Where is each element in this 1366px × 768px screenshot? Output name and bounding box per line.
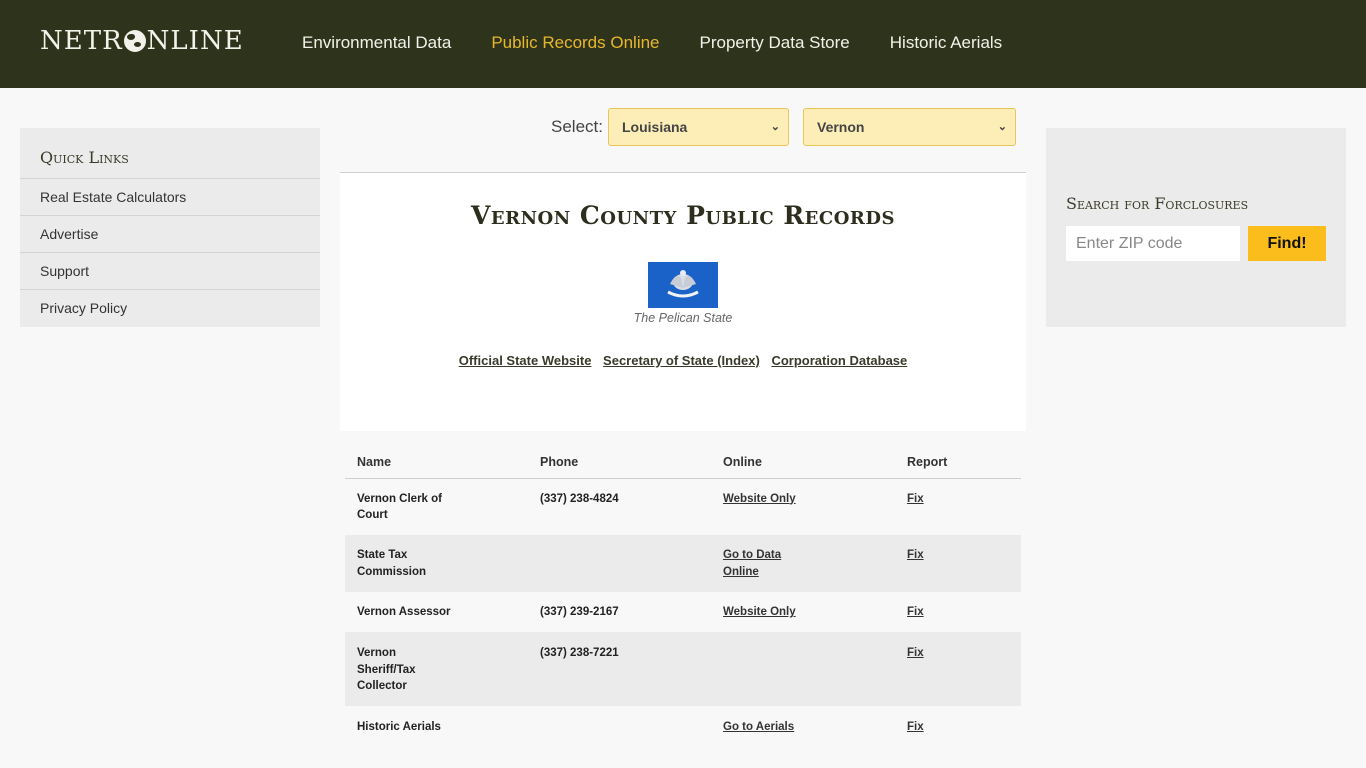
zip-code-input[interactable] [1066, 226, 1240, 261]
online-link[interactable]: Website Only [723, 491, 803, 508]
cell-name: Vernon Sheriff/Tax Collector [357, 647, 416, 692]
records-table: Name Phone Online Report Vernon Clerk of… [345, 440, 1021, 746]
cell-phone [528, 706, 711, 746]
fix-link[interactable]: Fix [907, 493, 924, 505]
nav-environmental-data[interactable]: Environmental Data [302, 33, 451, 53]
site-header: NETR NLINE Environmental Data Public Reco… [0, 0, 1366, 88]
table-row: Vernon Assessor (337) 239-2167 Website O… [345, 592, 1021, 632]
logo-text-left: NETR [40, 26, 123, 56]
page-title: Vernon County Public Records [471, 201, 895, 230]
cell-online: Go to Aerials [711, 706, 895, 746]
chevron-down-icon: ⌄ [997, 121, 1007, 133]
county-info-box: Vernon County Public Records The Pelican… [340, 172, 1026, 431]
main-nav: Environmental Data Public Records Online… [302, 33, 1042, 53]
header-phone: Phone [528, 440, 711, 479]
cell-online: Website Only [711, 478, 895, 535]
cell-report: Fix [895, 632, 1021, 706]
cell-report: Fix [895, 478, 1021, 535]
nav-historic-aerials[interactable]: Historic Aerials [890, 33, 1002, 53]
foreclosure-title: Search for Forclosures [1066, 194, 1249, 213]
quick-links-panel: Quick Links Real Estate Calculators Adve… [20, 128, 320, 327]
table-row: Vernon Sheriff/Tax Collector (337) 238-7… [345, 632, 1021, 706]
table-row: Historic Aerials Go to Aerials Fix [345, 706, 1021, 746]
quick-links-title: Quick Links [20, 128, 320, 179]
online-link[interactable]: Website Only [723, 604, 803, 621]
state-links: Official State Website Secretary of Stat… [340, 353, 1026, 368]
online-link[interactable]: Go to Aerials [723, 719, 803, 736]
table-row: State Tax Commission Go to Data Online F… [345, 535, 1021, 592]
fix-link[interactable]: Fix [907, 721, 924, 733]
foreclosure-search-panel: Search for Forclosures Find! [1046, 128, 1346, 327]
fix-link[interactable]: Fix [907, 647, 924, 659]
cell-report: Fix [895, 535, 1021, 592]
quick-link-real-estate-calculators[interactable]: Real Estate Calculators [20, 179, 320, 216]
cell-report: Fix [895, 706, 1021, 746]
louisiana-flag-icon [648, 262, 718, 308]
county-select[interactable]: Vernon ⌄ [803, 108, 1016, 146]
state-motto: The Pelican State [633, 311, 733, 325]
cell-report: Fix [895, 592, 1021, 632]
cell-online: Website Only [711, 592, 895, 632]
secretary-of-state-link[interactable]: Secretary of State (Index) [603, 353, 760, 368]
cell-name: Vernon Clerk of Court [357, 492, 442, 522]
header-online: Online [711, 440, 895, 479]
quick-link-advertise[interactable]: Advertise [20, 216, 320, 253]
nav-public-records-online[interactable]: Public Records Online [491, 33, 659, 53]
county-select-value: Vernon [817, 119, 865, 135]
nav-property-data-store[interactable]: Property Data Store [700, 33, 850, 53]
official-state-website-link[interactable]: Official State Website [459, 353, 592, 368]
cell-phone: (337) 238-7221 [540, 647, 619, 659]
state-select[interactable]: Louisiana ⌄ [608, 108, 789, 146]
globe-icon [123, 30, 146, 52]
find-button[interactable]: Find! [1248, 226, 1326, 261]
cell-phone: (337) 238-4824 [540, 492, 619, 505]
netronline-logo[interactable]: NETR NLINE [40, 26, 244, 56]
cell-name: State Tax Commission [357, 549, 427, 578]
table-row: Vernon Clerk of Court (337) 238-4824 Web… [345, 478, 1021, 535]
header-name: Name [345, 440, 528, 479]
fix-link[interactable]: Fix [907, 606, 924, 618]
cell-online [711, 632, 895, 706]
state-select-value: Louisiana [622, 119, 688, 135]
cell-phone [528, 535, 711, 592]
select-label: Select: [551, 117, 603, 136]
chevron-down-icon: ⌄ [770, 121, 780, 133]
table-header-row: Name Phone Online Report [345, 440, 1021, 479]
online-link[interactable]: Go to Data Online [723, 547, 803, 580]
cell-phone: (337) 239-2167 [540, 606, 619, 618]
fix-link[interactable]: Fix [907, 549, 924, 561]
cell-name: Historic Aerials [357, 721, 441, 733]
logo-text-right: NLINE [146, 26, 244, 56]
cell-name: Vernon Assessor [357, 606, 451, 618]
cell-online: Go to Data Online [711, 535, 895, 592]
corporation-database-link[interactable]: Corporation Database [771, 353, 907, 368]
quick-link-privacy-policy[interactable]: Privacy Policy [20, 290, 320, 327]
header-report: Report [895, 440, 1021, 479]
quick-link-support[interactable]: Support [20, 253, 320, 290]
